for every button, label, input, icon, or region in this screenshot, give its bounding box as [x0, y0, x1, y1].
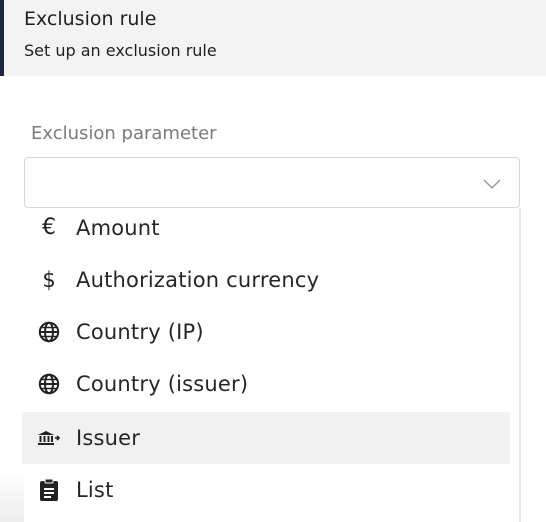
option-amount[interactable]: € Amount [22, 202, 510, 254]
bank-icon [37, 426, 61, 450]
header-subtitle: Set up an exclusion rule [24, 41, 217, 60]
globe-icon [37, 320, 61, 344]
option-label: Authorization currency [76, 268, 320, 292]
chevron-down-icon[interactable] [483, 175, 501, 194]
option-label: Issuer [76, 426, 141, 450]
dialog-header: Exclusion rule Set up an exclusion rule [0, 0, 546, 76]
euro-icon: € [42, 215, 56, 240]
option-list[interactable]: List [22, 464, 510, 516]
clipboard-icon [37, 478, 61, 502]
exclusion-parameter-label: Exclusion parameter [31, 123, 217, 144]
option-country-ip[interactable]: Country (IP) [22, 306, 510, 358]
option-label: Amount [76, 216, 160, 240]
exclusion-parameter-dropdown: € Amount $ Authorization currency Countr… [22, 208, 521, 522]
option-label: Country (IP) [76, 320, 204, 344]
header-title: Exclusion rule [24, 8, 157, 30]
option-issuer[interactable]: Issuer [22, 412, 510, 464]
exclusion-parameter-select[interactable] [24, 157, 520, 208]
option-label: Country (issuer) [76, 372, 249, 396]
globe-icon [37, 372, 61, 396]
backdrop-shadow [0, 470, 24, 522]
option-country-issuer[interactable]: Country (issuer) [22, 358, 510, 410]
option-authorization-currency[interactable]: $ Authorization currency [22, 254, 510, 306]
option-label: List [76, 478, 114, 502]
dollar-icon: $ [42, 267, 56, 292]
